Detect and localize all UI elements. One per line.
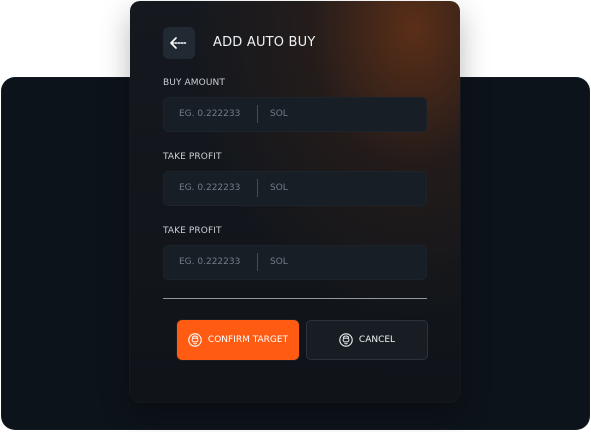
- page: ADD AUTO BUY BUY AMOUNT SOL TAKE PROFIT …: [0, 0, 591, 432]
- buy-amount-field[interactable]: SOL: [163, 97, 427, 132]
- take-profit-field-secondary[interactable]: SOL: [163, 245, 427, 280]
- take-profit-label-secondary: TAKE PROFIT: [163, 226, 222, 236]
- take-profit-field[interactable]: SOL: [163, 171, 427, 206]
- take-profit-unit: SOL: [270, 183, 288, 193]
- add-auto-buy-dialog: ADD AUTO BUY BUY AMOUNT SOL TAKE PROFIT …: [130, 1, 460, 402]
- confirm-target-label: CONFIRM TARGET: [207, 335, 289, 345]
- take-profit-input-secondary[interactable]: [179, 254, 254, 270]
- form-divider: [163, 298, 427, 299]
- field-divider: [257, 179, 258, 197]
- dialog-title: ADD AUTO BUY: [213, 35, 316, 50]
- buy-amount-unit: SOL: [270, 109, 288, 119]
- avatar-icon: [188, 333, 202, 347]
- take-profit-label: TAKE PROFIT: [163, 152, 222, 162]
- cancel-label: CANCEL: [358, 335, 396, 345]
- take-profit-unit-secondary: SOL: [270, 257, 288, 267]
- take-profit-input[interactable]: [179, 180, 254, 196]
- field-divider: [257, 253, 258, 271]
- buy-amount-label: BUY AMOUNT: [163, 78, 225, 88]
- field-divider: [257, 105, 258, 123]
- buy-amount-input[interactable]: [179, 106, 254, 122]
- back-arrow-icon: [170, 37, 188, 49]
- back-button[interactable]: [163, 27, 195, 59]
- cancel-button[interactable]: CANCEL: [306, 320, 428, 360]
- avatar-icon: [339, 333, 353, 347]
- confirm-target-button[interactable]: CONFIRM TARGET: [177, 320, 299, 360]
